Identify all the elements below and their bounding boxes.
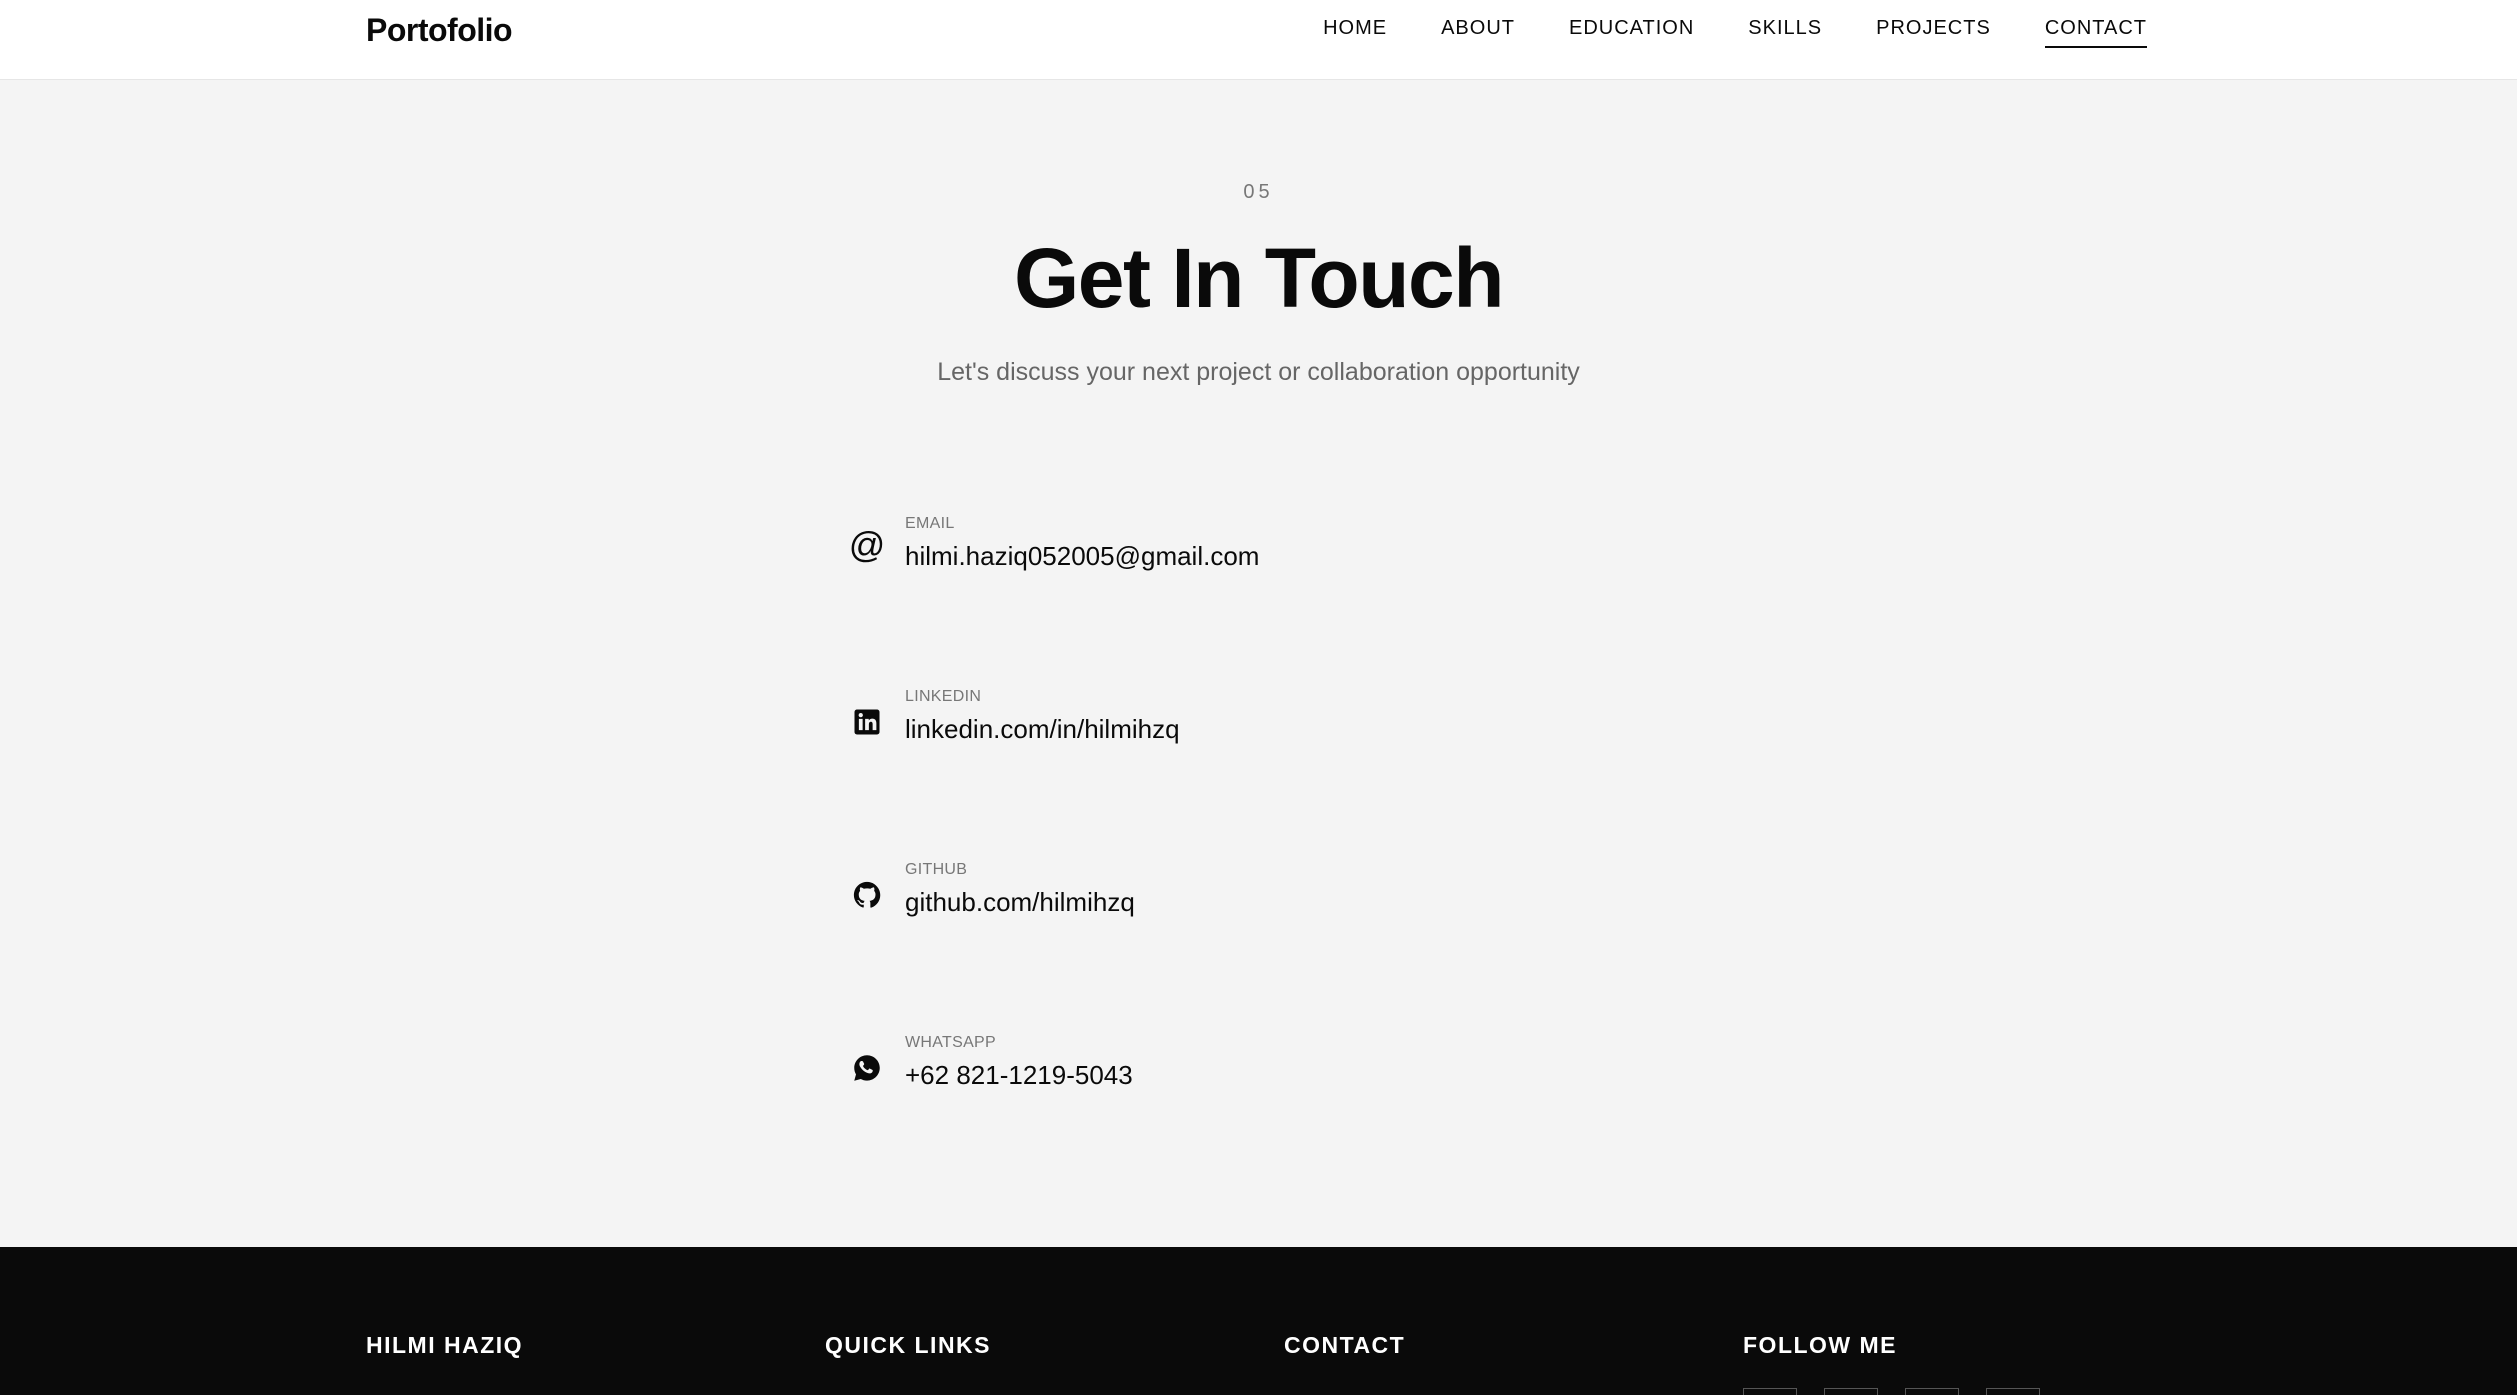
- nav-link-home[interactable]: HOME: [1323, 17, 1387, 48]
- navbar: Portofolio HOME ABOUT EDUCATION SKILLS P…: [0, 0, 2517, 80]
- nav-link-education[interactable]: EDUCATION: [1569, 17, 1694, 48]
- contact-item-email: @ EMAIL hilmi.haziq052005@gmail.com: [848, 500, 1670, 673]
- nav-link-about[interactable]: ABOUT: [1441, 17, 1515, 48]
- contact-label-linkedin: LINKEDIN: [905, 688, 982, 705]
- section-number: 05: [1243, 181, 1274, 203]
- contact-link-linkedin[interactable]: linkedin.com/in/hilmihzq: [905, 714, 1180, 745]
- main-nav: HOME ABOUT EDUCATION SKILLS PROJECTS CON…: [1323, 0, 2147, 80]
- github-icon: [850, 878, 884, 912]
- footer-heading-follow-me: FOLLOW ME: [1743, 1332, 1898, 1358]
- footer-heading-quick-links: QUICK LINKS: [825, 1332, 991, 1358]
- contact-section: 05 Get In Touch Let's discuss your next …: [0, 80, 2517, 1247]
- contact-item-whatsapp: WHATSAPP +62 821-1219-5043: [850, 1019, 1670, 1192]
- social-icon-3[interactable]: [1905, 1388, 1959, 1395]
- contact-item-github: GITHUB github.com/hilmihzq: [850, 846, 1670, 1019]
- footer-heading-name: HILMI HAZIQ: [366, 1332, 524, 1358]
- contact-label-github: GITHUB: [905, 861, 968, 878]
- contact-link-whatsapp[interactable]: +62 821-1219-5043: [905, 1060, 1133, 1091]
- section-subtitle: Let's discuss your next project or colla…: [937, 358, 1580, 386]
- contact-list: @ EMAIL hilmi.haziq052005@gmail.com LINK…: [848, 500, 1670, 1192]
- contact-link-github[interactable]: github.com/hilmihzq: [905, 887, 1135, 918]
- social-icon-1[interactable]: [1743, 1388, 1797, 1395]
- social-icon-4[interactable]: [1986, 1388, 2040, 1395]
- brand-logo[interactable]: Portofolio: [366, 12, 513, 49]
- footer: HILMI HAZIQ QUICK LINKS CONTACT FOLLOW M…: [0, 1247, 2517, 1395]
- at-icon: @: [848, 524, 886, 565]
- contact-label-whatsapp: WHATSAPP: [905, 1034, 997, 1051]
- contact-label-email: EMAIL: [905, 515, 955, 532]
- whatsapp-icon: [850, 1051, 884, 1085]
- section-title: Get In Touch: [1013, 231, 1505, 325]
- nav-link-projects[interactable]: PROJECTS: [1876, 17, 1991, 48]
- nav-link-skills[interactable]: SKILLS: [1748, 17, 1822, 48]
- linkedin-icon: [850, 705, 884, 739]
- contact-link-email[interactable]: hilmi.haziq052005@gmail.com: [905, 541, 1259, 572]
- footer-heading-contact: CONTACT: [1284, 1332, 1406, 1358]
- nav-link-contact[interactable]: CONTACT: [2044, 17, 2147, 48]
- social-links: [1743, 1388, 2040, 1395]
- social-icon-2[interactable]: [1824, 1388, 1878, 1395]
- contact-item-linkedin: LINKEDIN linkedin.com/in/hilmihzq: [850, 673, 1670, 846]
